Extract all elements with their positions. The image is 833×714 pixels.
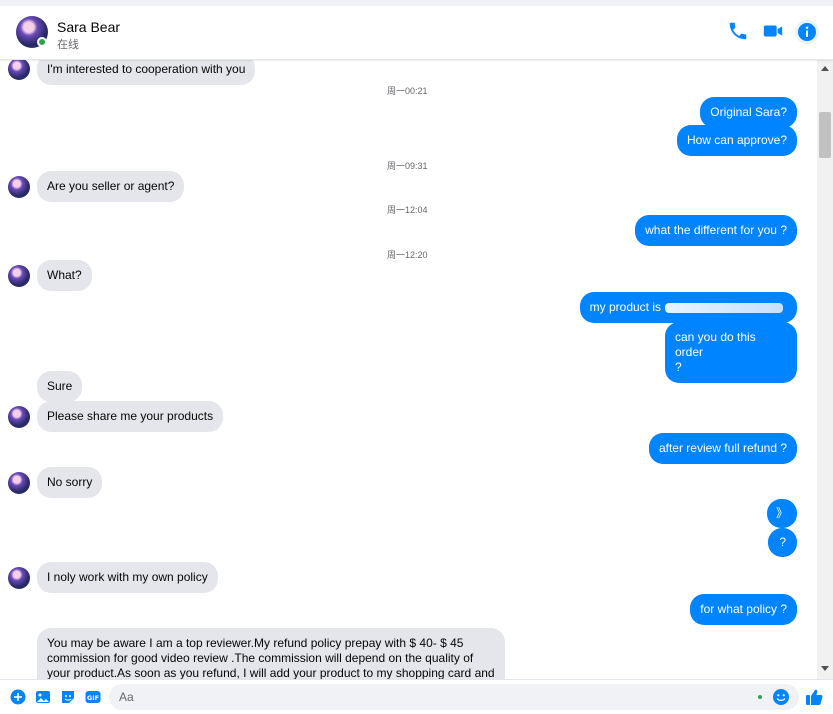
message-text: for what policy ? bbox=[690, 594, 797, 625]
phone-icon[interactable] bbox=[727, 20, 749, 42]
redacted-area bbox=[665, 302, 783, 313]
window-top-border bbox=[0, 0, 833, 6]
message-input-placeholder: Aa bbox=[119, 690, 134, 704]
message-bubble: You may be aware I am a top reviewer.My … bbox=[37, 628, 505, 679]
message-text: Sure bbox=[37, 371, 83, 402]
message-incoming[interactable]: I'm interested to cooperation with you bbox=[37, 60, 256, 85]
message-incoming[interactable]: I noly work with my own policy bbox=[37, 562, 218, 593]
message-outgoing[interactable]: 》 bbox=[766, 499, 797, 528]
message-text: How can approve? bbox=[676, 125, 797, 156]
message-bubble: my product is bbox=[579, 292, 797, 323]
message-bubble: can you do this order ? bbox=[665, 322, 797, 383]
message-text: I'm interested to cooperation with you bbox=[37, 60, 256, 85]
timestamp: 周一09:31 bbox=[387, 161, 428, 171]
image-icon[interactable] bbox=[35, 689, 51, 705]
message-text: Are you seller or agent? bbox=[37, 171, 185, 202]
message-text: Please share me your products bbox=[37, 401, 224, 432]
message-outgoing[interactable]: Original Sara? bbox=[700, 97, 797, 128]
timestamp: 周一12:04 bbox=[387, 205, 428, 215]
online-status-dot bbox=[37, 37, 47, 47]
contact-avatar-small bbox=[8, 567, 30, 589]
emoji-icon[interactable] bbox=[772, 688, 790, 706]
message-incoming[interactable]: Please share me your products bbox=[37, 401, 224, 432]
message-outgoing[interactable]: my product is bbox=[579, 292, 797, 323]
like-icon[interactable] bbox=[805, 688, 823, 706]
message-outgoing[interactable]: for what policy ? bbox=[690, 594, 797, 625]
plus-icon[interactable] bbox=[10, 689, 26, 705]
message-incoming[interactable]: No sorry bbox=[37, 467, 103, 498]
message-text-line2: commission for good video review .The co… bbox=[47, 651, 474, 665]
message-text: can you do this order bbox=[675, 330, 756, 359]
message-text: No sorry bbox=[37, 467, 103, 498]
info-icon[interactable] bbox=[795, 20, 819, 44]
message-text: What? bbox=[37, 260, 92, 291]
message-text: ? bbox=[768, 528, 797, 557]
message-outgoing[interactable]: ? bbox=[768, 528, 797, 557]
message-text: after review full refund ? bbox=[648, 433, 797, 464]
message-incoming[interactable]: Sure bbox=[37, 371, 83, 402]
message-incoming[interactable]: Are you seller or agent? bbox=[37, 171, 185, 202]
gif-icon[interactable]: GIF bbox=[85, 689, 101, 705]
typing-indicator-dot bbox=[758, 695, 762, 699]
contact-status: 在线 bbox=[57, 39, 79, 51]
message-outgoing[interactable]: after review full refund ? bbox=[648, 433, 797, 464]
message-text: Original Sara? bbox=[700, 97, 797, 128]
scroll-down-arrow[interactable] bbox=[821, 666, 829, 671]
contact-avatar-small bbox=[8, 265, 30, 287]
message-incoming[interactable]: You may be aware I am a top reviewer.My … bbox=[37, 628, 505, 679]
message-input[interactable]: Aa bbox=[109, 684, 799, 710]
message-composer: GIF Aa bbox=[0, 679, 833, 714]
message-text-line3: your product.As soon as you refund, I wi… bbox=[47, 666, 495, 679]
message-outgoing[interactable]: How can approve? bbox=[676, 125, 797, 156]
message-text-line2: ? bbox=[675, 360, 682, 374]
sticker-icon[interactable] bbox=[60, 689, 76, 705]
contact-avatar-small bbox=[8, 472, 30, 494]
message-text: 》 bbox=[766, 499, 797, 528]
timestamp: 周一12:20 bbox=[387, 250, 428, 260]
contact-avatar-small bbox=[8, 60, 30, 80]
timestamp: 周一00:21 bbox=[387, 86, 428, 96]
message-text: what the different for you ? bbox=[635, 215, 797, 246]
contact-avatar-small bbox=[8, 176, 30, 198]
message-outgoing[interactable]: what the different for you ? bbox=[635, 215, 797, 246]
message-text: You may be aware I am a top reviewer.My … bbox=[47, 636, 464, 650]
message-outgoing[interactable]: can you do this order ? bbox=[665, 322, 797, 383]
svg-text:GIF: GIF bbox=[87, 694, 99, 702]
message-text: I noly work with my own policy bbox=[37, 562, 218, 593]
message-incoming[interactable]: What? bbox=[37, 260, 92, 291]
scroll-up-arrow[interactable] bbox=[821, 66, 829, 71]
message-list[interactable]: I'm interested to cooperation with you 周… bbox=[0, 60, 817, 679]
chat-header: Sara Bear 在线 bbox=[0, 0, 833, 60]
scroll-thumb[interactable] bbox=[819, 112, 831, 158]
video-icon[interactable] bbox=[762, 20, 784, 42]
contact-avatar-small bbox=[8, 406, 30, 428]
message-text: my product is bbox=[589, 300, 661, 314]
chat-scrollbar[interactable] bbox=[817, 60, 833, 679]
contact-name[interactable]: Sara Bear bbox=[57, 19, 120, 35]
